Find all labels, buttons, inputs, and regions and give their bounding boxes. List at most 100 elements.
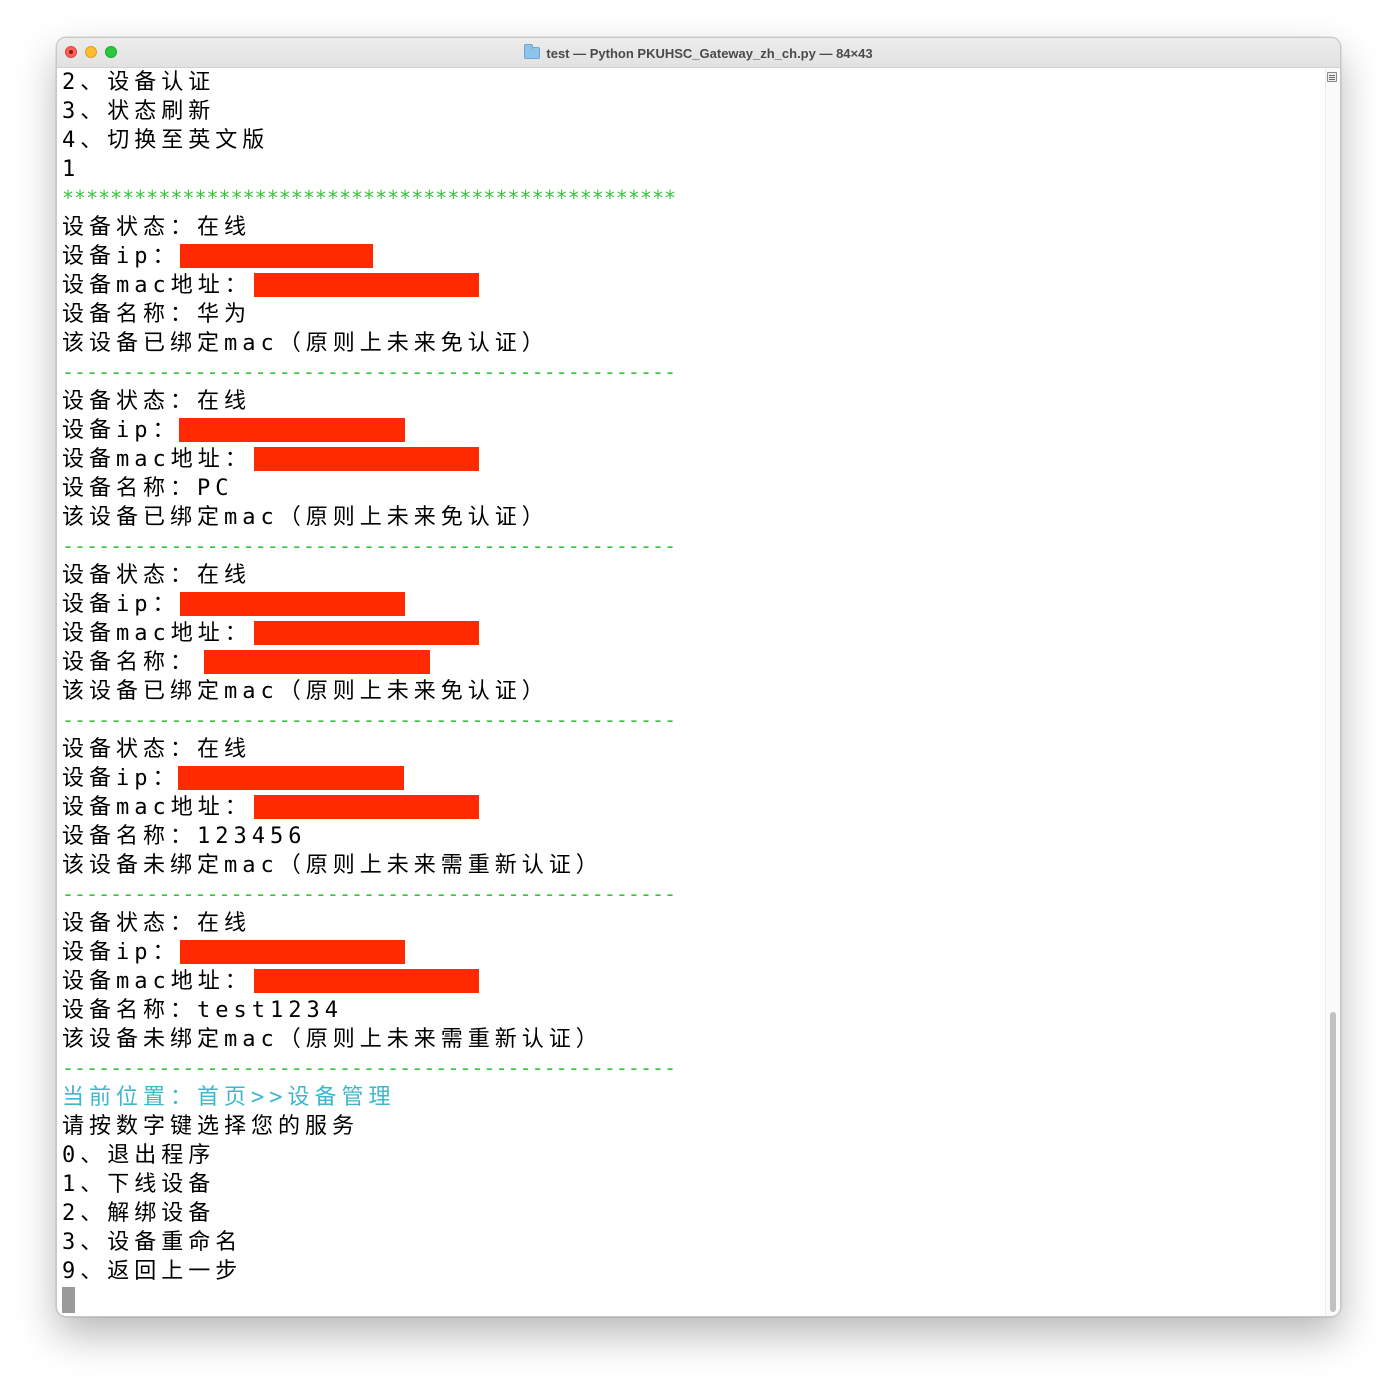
terminal-line: 当前位置：首页>>设备管理 [62,1083,1317,1112]
terminal-line: 设备ip： [62,590,1317,619]
title-bar[interactable]: test — Python PKUHSC_Gateway_zh_ch.py — … [57,38,1340,68]
text-cursor [62,1287,75,1313]
scrollbar[interactable] [1325,68,1340,1316]
terminal-line: 设备ip： [62,938,1317,967]
terminal-line: 设备名称：test1234 [62,996,1317,1025]
terminal-line: 设备mac地址： [62,271,1317,300]
terminal-line-text: 当前位置：首页>>设备管理 [62,1085,396,1110]
terminal-line: 设备状态：在线 [62,735,1317,764]
terminal-line: 2、设备认证 [62,68,1317,97]
terminal-line-text: 设备名称：PC [62,476,234,501]
terminal-line-text: 设备状态：在线 [62,737,252,762]
window-title: test — Python PKUHSC_Gateway_zh_ch.py — … [57,38,1340,68]
terminal-line-text: 设备ip： [62,940,180,965]
terminal-line-text: ----------------------------------------… [62,1056,677,1080]
terminal-line-text: 9、返回上一步 [62,1259,243,1284]
terminal-line-text: 设备ip： [62,766,180,791]
terminal-line-text: 设备mac地址： [62,621,252,646]
terminal-line-text: 请按数字键选择您的服务 [62,1114,360,1139]
terminal-line: ****************************************… [62,184,1317,213]
terminal-line: 设备ip： [62,242,1317,271]
terminal-line-text: 设备mac地址： [62,795,252,820]
terminal-line: 设备名称：华为 [62,300,1317,329]
terminal-line: 3、设备重命名 [62,1228,1317,1257]
redaction-box [254,447,479,471]
terminal-line: 该设备已绑定mac（原则上未来免认证） [62,677,1317,706]
terminal-line-text: 设备状态：在线 [62,563,252,588]
terminal-line-text: 1、下线设备 [62,1172,216,1197]
terminal-line: ----------------------------------------… [62,1054,1317,1083]
redaction-box [179,418,405,442]
terminal-line-text: 该设备已绑定mac（原则上未来免认证） [62,679,549,704]
terminal-line-text: 该设备未绑定mac（原则上未来需重新认证） [62,853,603,878]
terminal-line-text: 0、退出程序 [62,1143,216,1168]
terminal-line-text: ****************************************… [62,186,677,210]
terminal-line-text: 该设备未绑定mac（原则上未来需重新认证） [62,1027,603,1052]
terminal-line: 请按数字键选择您的服务 [62,1112,1317,1141]
redaction-box [254,273,479,297]
terminal-line: 设备状态：在线 [62,213,1317,242]
terminal-line: 设备状态：在线 [62,561,1317,590]
terminal-line: 设备ip： [62,764,1317,793]
prompt-line[interactable] [62,1286,1317,1313]
terminal-line: ----------------------------------------… [62,532,1317,561]
terminal-line: 设备状态：在线 [62,387,1317,416]
terminal-line-text: 设备状态：在线 [62,389,252,414]
terminal-line-text: 设备名称：华为 [62,302,252,327]
terminal-line-text: ----------------------------------------… [62,882,677,906]
scroll-marks-icon[interactable] [1327,72,1337,82]
terminal-line: 设备状态：在线 [62,909,1317,938]
terminal-line: 2、解绑设备 [62,1199,1317,1228]
terminal-line-text: 设备ip： [62,418,180,443]
terminal-line-text: 3、设备重命名 [62,1230,243,1255]
terminal-line: 设备名称：PC [62,474,1317,503]
folder-icon [524,44,541,59]
terminal-line-text: 2、设备认证 [62,70,216,95]
terminal-line: 9、返回上一步 [62,1257,1317,1286]
redaction-box [254,621,479,645]
terminal-line: 设备mac地址： [62,793,1317,822]
terminal-line: 设备mac地址： [62,445,1317,474]
terminal-line: 0、退出程序 [62,1141,1317,1170]
redaction-box [204,650,430,674]
terminal-line-text: 设备名称： [62,650,198,675]
terminal-line: ----------------------------------------… [62,358,1317,387]
redaction-box [180,592,405,616]
terminal-line-text: 2、解绑设备 [62,1201,216,1226]
terminal-line-text: 设备名称：123456 [62,824,307,849]
terminal-line: 1、下线设备 [62,1170,1317,1199]
terminal-line: 设备ip： [62,416,1317,445]
terminal-line: 1 [62,155,1317,184]
terminal-line-text: 设备名称：test1234 [62,998,343,1023]
terminal-line-text: 3、状态刷新 [62,99,216,124]
terminal-line: 设备mac地址： [62,967,1317,996]
terminal-line-text: 设备mac地址： [62,447,252,472]
redaction-box [180,244,373,268]
redaction-box [254,969,479,993]
terminal-output[interactable]: 2、设备认证 3、状态刷新 4、切换至英文版 1 *******************… [62,68,1317,1313]
terminal-line: 3、状态刷新 [62,97,1317,126]
redaction-box [180,940,405,964]
terminal-line-text: 1 [62,157,81,182]
scrollbar-thumb[interactable] [1330,1012,1336,1312]
terminal-line: ----------------------------------------… [62,706,1317,735]
terminal-line: 4、切换至英文版 [62,126,1317,155]
terminal-line-text: 设备mac地址： [62,273,252,298]
terminal-line: 该设备未绑定mac（原则上未来需重新认证） [62,1025,1317,1054]
terminal-line: 设备名称：123456 [62,822,1317,851]
terminal-line: 该设备已绑定mac（原则上未来免认证） [62,503,1317,532]
terminal-line-text: 该设备已绑定mac（原则上未来免认证） [62,331,549,356]
terminal-line: 该设备已绑定mac（原则上未来免认证） [62,329,1317,358]
redaction-box [178,766,404,790]
window-title-text: test — Python PKUHSC_Gateway_zh_ch.py — … [546,45,873,61]
terminal-line-text: 该设备已绑定mac（原则上未来免认证） [62,505,549,530]
terminal-window: test — Python PKUHSC_Gateway_zh_ch.py — … [56,37,1341,1317]
terminal-line-text: 设备状态：在线 [62,911,252,936]
terminal-line: ----------------------------------------… [62,880,1317,909]
terminal-line: 设备mac地址： [62,619,1317,648]
redaction-box [254,795,479,819]
terminal-line-text: ----------------------------------------… [62,534,677,558]
terminal-line-text: ----------------------------------------… [62,360,677,384]
terminal-line-text: 设备ip： [62,592,180,617]
terminal-line-text: ----------------------------------------… [62,708,677,732]
